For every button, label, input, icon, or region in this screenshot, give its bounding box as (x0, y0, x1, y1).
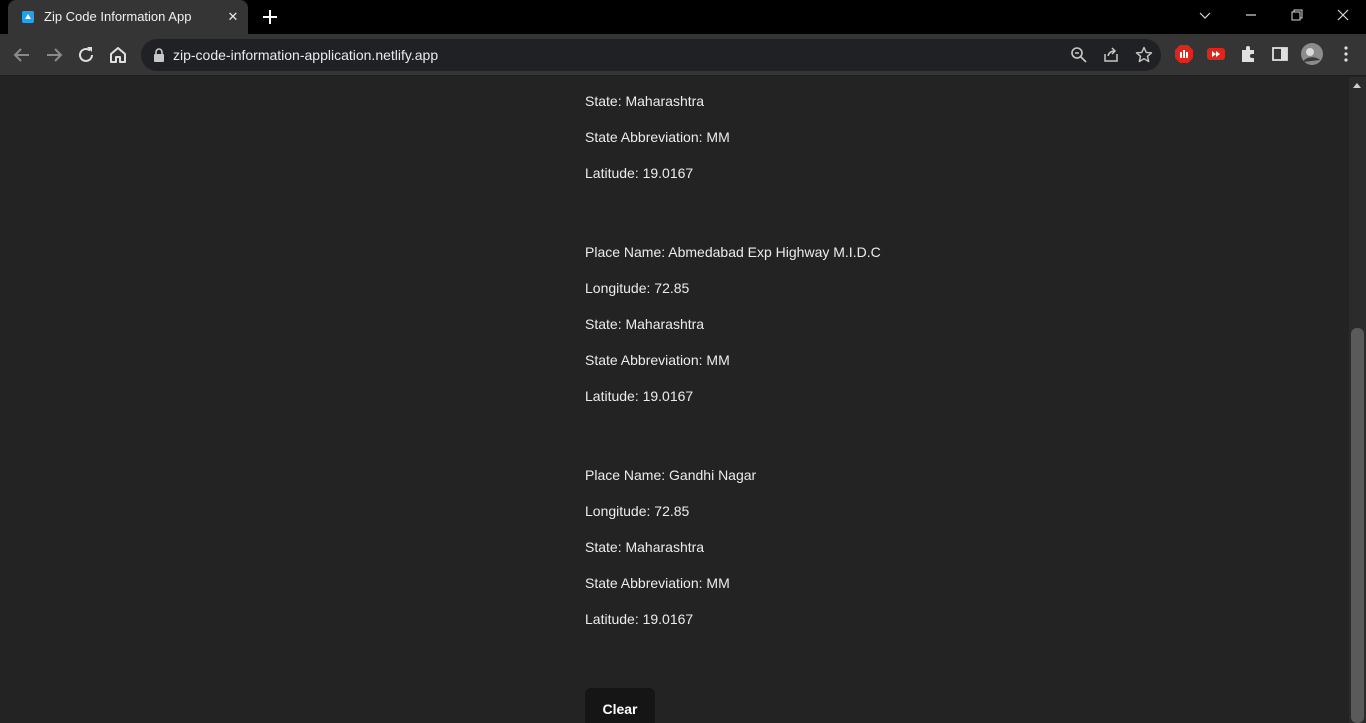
back-icon[interactable] (10, 43, 34, 67)
tab-search-chevron-icon[interactable] (1182, 0, 1228, 32)
new-tab-icon[interactable] (258, 5, 282, 29)
tab-strip: Zip Code Information App ✕ (0, 0, 1366, 34)
state-text: State: Maharashtra (585, 93, 705, 109)
profile-avatar-icon[interactable] (1300, 42, 1324, 66)
scrollbar-thumb[interactable] (1351, 328, 1364, 723)
app-favicon-icon (22, 11, 34, 23)
longitude-text: Longitude: 72.85 (585, 280, 690, 296)
place-name-text: Place Name: Gandhi Nagar (585, 467, 757, 483)
browser-menu-icon[interactable] (1336, 44, 1356, 64)
place-name-text: Place Name: Abmedabad Exp Highway M.I.D.… (585, 244, 881, 260)
home-icon[interactable] (106, 43, 130, 67)
url-text[interactable]: zip-code-information-application.netlify… (173, 47, 438, 63)
state-abbreviation-text: State Abbreviation: MM (585, 575, 730, 591)
extensions-puzzle-icon[interactable] (1238, 44, 1258, 64)
clear-button[interactable]: Clear (585, 688, 655, 723)
lock-icon[interactable] (153, 48, 165, 62)
minimize-icon[interactable] (1228, 0, 1274, 32)
page-content: State: Maharashtra State Abbreviation: M… (0, 77, 1349, 723)
state-abbreviation-text: State Abbreviation: MM (585, 129, 730, 145)
latitude-text: Latitude: 19.0167 (585, 388, 694, 404)
state-abbreviation-text: State Abbreviation: MM (585, 352, 730, 368)
bookmark-star-icon[interactable] (1134, 45, 1154, 65)
state-text: State: Maharashtra (585, 316, 705, 332)
page-scrollbar[interactable] (1349, 77, 1366, 723)
close-tab-icon[interactable]: ✕ (224, 8, 242, 26)
scroll-up-arrow-icon[interactable] (1353, 83, 1361, 88)
browser-toolbar: zip-code-information-application.netlify… (0, 34, 1366, 76)
latitude-text: Latitude: 19.0167 (585, 165, 694, 181)
share-icon[interactable] (1101, 45, 1121, 65)
reload-icon[interactable] (74, 43, 98, 67)
close-window-icon[interactable] (1320, 0, 1366, 32)
forward-icon[interactable] (42, 43, 66, 67)
adblock-extension-icon[interactable] (1174, 44, 1194, 64)
latitude-text: Latitude: 19.0167 (585, 611, 694, 627)
longitude-text: Longitude: 72.85 (585, 503, 690, 519)
side-panel-icon[interactable] (1270, 44, 1290, 64)
state-text: State: Maharashtra (585, 539, 705, 555)
zoom-icon[interactable] (1069, 45, 1089, 65)
tab-title: Zip Code Information App (44, 9, 192, 24)
address-bar[interactable]: zip-code-information-application.netlify… (141, 39, 1161, 71)
browser-tab[interactable]: Zip Code Information App ✕ (8, 0, 248, 34)
video-speed-extension-icon[interactable] (1206, 44, 1226, 64)
restore-icon[interactable] (1274, 0, 1320, 32)
